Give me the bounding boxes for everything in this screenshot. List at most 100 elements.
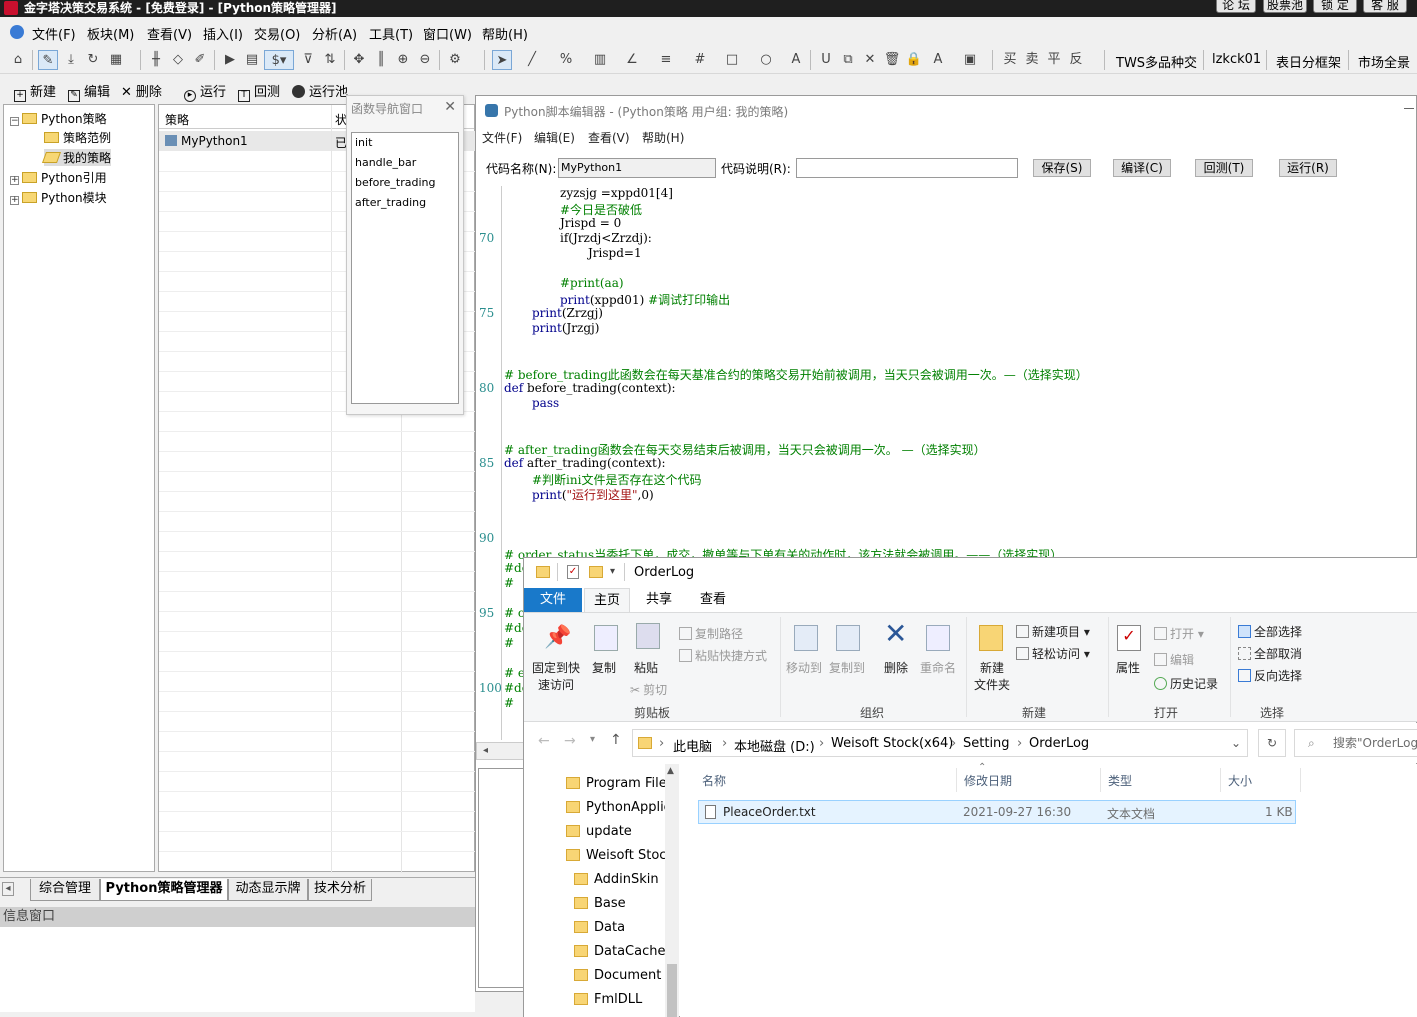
paste-button[interactable]: 粘贴: [634, 659, 658, 676]
rename-button[interactable]: 重命名: [920, 659, 956, 676]
properties-button[interactable]: 属性: [1116, 659, 1140, 676]
edit-strategy-button[interactable]: ✎ 编辑: [68, 81, 110, 102]
run-pool-button[interactable]: 运行池: [292, 81, 348, 100]
support-button[interactable]: 客 服: [1363, 0, 1407, 13]
recent-dropdown-icon[interactable]: ▾: [590, 734, 595, 745]
select-all-button[interactable]: 全部选择: [1238, 623, 1302, 640]
menu-analysis[interactable]: 分析(A): [312, 24, 357, 43]
address-bar[interactable]: › 此电脑 › 本地磁盘 (D:) › Weisoft Stock(x64) ›…: [632, 729, 1248, 757]
delete-strategy-button[interactable]: ✕ 删除: [121, 81, 162, 100]
menu-file[interactable]: 文件(F): [32, 24, 76, 43]
buy-icon[interactable]: 买: [1000, 50, 1020, 70]
menu-view[interactable]: 查看(V): [147, 24, 192, 43]
minimize-icon[interactable]: [1404, 108, 1414, 109]
menu-tools[interactable]: 工具(T): [369, 24, 413, 43]
compile-button[interactable]: 编译(C): [1113, 159, 1171, 177]
tab-scroll-left-icon[interactable]: ◂: [2, 882, 14, 896]
backtest-button[interactable]: 回测(T): [1195, 159, 1253, 177]
home-icon[interactable]: ⌂: [8, 50, 28, 70]
nav-item[interactable]: DataCache: [574, 944, 665, 959]
open-button[interactable]: 打开 ▾: [1154, 625, 1204, 642]
col-type[interactable]: 类型: [1108, 772, 1132, 789]
edit-button[interactable]: 编辑: [1154, 651, 1194, 668]
nav-item[interactable]: Program Files: [566, 776, 674, 791]
collapse-icon[interactable]: −: [10, 117, 19, 126]
tab-technical[interactable]: 技术分析: [308, 879, 372, 901]
func-item-handle-bar[interactable]: handle_bar: [355, 156, 416, 169]
nav-scrollbar[interactable]: ▲: [665, 764, 679, 1017]
nav-item[interactable]: Data: [574, 920, 625, 935]
play-icon[interactable]: ▶: [220, 50, 240, 70]
copy-path-button[interactable]: 复制路径: [679, 625, 743, 642]
ruler-icon[interactable]: ▥: [590, 50, 610, 70]
tab-home[interactable]: 主页: [584, 588, 630, 612]
breadcrumb-drive-d[interactable]: 本地磁盘 (D:): [734, 736, 815, 755]
move-icon[interactable]: ✥: [349, 50, 369, 70]
tab-dynamic-board[interactable]: 动态显示牌: [228, 879, 308, 901]
col-date[interactable]: 修改日期: [964, 772, 1012, 789]
menu-insert[interactable]: 插入(I): [203, 24, 243, 43]
font-color-icon[interactable]: A: [928, 50, 948, 70]
new-folder-icon[interactable]: [589, 566, 603, 578]
menu-window[interactable]: 窗口(W): [423, 24, 472, 43]
sell-icon[interactable]: 卖: [1022, 50, 1042, 70]
back-icon[interactable]: ←: [538, 733, 550, 749]
cursor-icon[interactable]: ➤: [492, 50, 512, 70]
scroll-thumb[interactable]: [667, 964, 677, 1017]
magnet-icon[interactable]: U: [816, 50, 836, 70]
invert-selection-button[interactable]: 反向选择: [1238, 667, 1302, 684]
backtest-strategy-button[interactable]: T 回测: [238, 81, 280, 102]
run-button[interactable]: 运行(R): [1279, 159, 1337, 177]
nav-item[interactable]: PythonApplica: [566, 800, 679, 815]
menu-help[interactable]: 帮助(H): [482, 24, 528, 43]
nav-item[interactable]: AddinSkin: [574, 872, 659, 887]
col-size[interactable]: 大小: [1228, 772, 1252, 789]
tws-button[interactable]: TWS多品种交: [1116, 52, 1197, 71]
paste-shortcut-button[interactable]: 粘贴快捷方式: [679, 647, 767, 664]
forward-icon[interactable]: →: [564, 733, 576, 749]
tab-share[interactable]: 共享: [636, 588, 682, 612]
filter-icon[interactable]: ⊽: [298, 50, 318, 70]
tab-overview[interactable]: 综合管理: [30, 879, 100, 901]
pencil-icon[interactable]: ✎: [38, 50, 58, 70]
refresh-icon[interactable]: ↻: [83, 50, 103, 70]
save-button[interactable]: 保存(S): [1033, 159, 1091, 177]
tree-item-python-module[interactable]: + Python模块: [10, 189, 107, 206]
pin-quick-access-button[interactable]: 固定到快 速访问: [532, 659, 580, 693]
line-icon[interactable]: ╱: [522, 50, 542, 70]
easy-access-button[interactable]: 轻松访问 ▾: [1016, 645, 1090, 662]
rect-icon[interactable]: □: [722, 50, 742, 70]
lzkck01-button[interactable]: lzkck01: [1212, 52, 1261, 67]
expand-icon[interactable]: +: [10, 196, 19, 205]
forum-button[interactable]: 论 坛: [1216, 0, 1256, 13]
candles-icon[interactable]: ╫: [146, 50, 166, 70]
breadcrumb-weisoft[interactable]: Weisoft Stock(x64): [831, 736, 953, 751]
text-a-icon[interactable]: A: [786, 50, 806, 70]
editor-menu-file[interactable]: 文件(F): [482, 129, 522, 146]
tab-python-manager[interactable]: Python策略管理器: [100, 879, 228, 901]
breadcrumb-this-pc[interactable]: 此电脑: [673, 736, 712, 755]
stock-pool-button[interactable]: 股票池: [1263, 0, 1307, 13]
col-name[interactable]: 名称: [702, 772, 726, 789]
menu-trade[interactable]: 交易(O): [254, 24, 300, 43]
reverse-icon[interactable]: 反: [1066, 50, 1086, 70]
settings-icon[interactable]: ⚙: [445, 50, 465, 70]
horizontal-scrollbar[interactable]: ◂: [476, 742, 524, 760]
address-dropdown-icon[interactable]: ⌄: [1231, 736, 1241, 750]
zoom-in-icon[interactable]: ⊕: [393, 50, 413, 70]
copy-shape-icon[interactable]: ⧉: [838, 50, 858, 70]
close-icon[interactable]: ✕: [444, 99, 456, 115]
tab-file[interactable]: 文件: [524, 588, 582, 612]
bar-icon[interactable]: ║: [371, 50, 391, 70]
history-button[interactable]: 历史记录: [1154, 675, 1218, 692]
expand-icon[interactable]: +: [10, 176, 19, 185]
grid-icon[interactable]: ▦: [106, 50, 126, 70]
save-shape-icon[interactable]: ▣: [960, 50, 980, 70]
flat-icon[interactable]: 平: [1044, 50, 1064, 70]
close-shape-icon[interactable]: ✕: [860, 50, 880, 70]
breadcrumb-setting[interactable]: Setting: [963, 736, 1010, 751]
trash-icon[interactable]: 🗑: [882, 50, 902, 70]
nav-item[interactable]: Base: [574, 896, 626, 911]
nav-item[interactable]: Weisoft Stock: [566, 848, 674, 863]
new-folder-button[interactable]: 新建 文件夹: [974, 659, 1010, 693]
